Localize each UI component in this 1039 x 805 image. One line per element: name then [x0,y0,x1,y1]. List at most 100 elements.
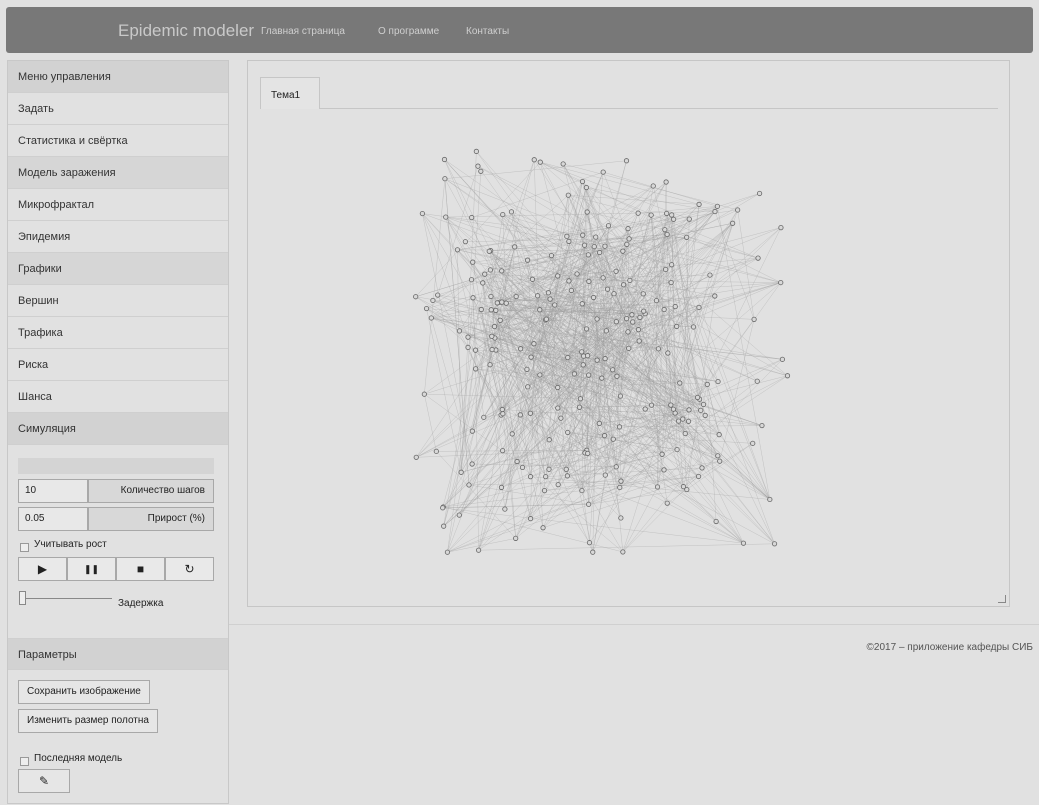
reset-button[interactable]: ↻ [165,557,214,581]
graph-node [784,373,791,379]
graph-node [531,157,537,163]
graph-node [677,380,683,386]
graph-node [675,418,682,424]
graph-node [435,292,441,298]
graph-node [614,373,620,379]
graph-node [423,305,430,312]
graph-node [584,209,590,215]
graph-node [543,474,549,480]
graph-node [661,467,667,473]
delay-slider-handle[interactable] [19,591,26,605]
growth-input[interactable]: 0.05 [18,507,88,531]
graph-node [577,396,584,402]
graph-node [611,291,617,297]
graph-node [443,214,449,220]
graph-node [565,192,571,198]
graph-node [555,273,561,279]
graph-node [715,378,721,385]
graph-node [514,458,520,465]
graph-node [527,474,534,480]
graph-edge [416,281,590,458]
growth-checkbox-label: Учитывать рост [34,539,107,550]
pause-button[interactable]: ❚❚ [67,557,116,581]
graph-node [625,226,631,232]
growth-label: Прирост (%) [88,507,214,531]
graph-node [602,472,608,478]
graph-node [672,303,678,310]
graph-node [669,262,675,268]
graph-node [696,304,702,311]
graph-node [618,515,624,521]
graph-panel: Тема1 [247,60,1010,607]
sidebar-item-set[interactable]: Задать [8,93,228,125]
footer-copyright: ©2017 – приложение кафедры СИБ [866,642,1033,653]
graph-node [566,238,572,245]
graph-node [571,371,578,377]
graph-node [503,300,509,306]
sidebar-item-chance[interactable]: Шанса [8,381,228,413]
nav-link-contacts[interactable]: Контакты [466,26,509,37]
graph-node [421,391,427,397]
graph-node [579,301,585,307]
nav-link-about[interactable]: О программе [378,26,439,37]
graph-node [525,384,531,390]
graph-node [441,523,447,529]
graph-node [430,297,436,304]
graph-node [750,440,756,446]
sidebar-item-infection-model[interactable]: Модель заражения [8,157,228,189]
resize-canvas-button[interactable]: Изменить размер полотна [18,709,158,733]
graph-node [480,280,486,286]
graph-node [524,257,531,263]
graph-node [543,316,549,322]
graph-node [602,243,608,249]
footer-divider [229,624,1039,625]
graph-node [668,279,674,286]
steps-input[interactable]: 10 [18,479,88,503]
resize-handle[interactable] [998,595,1006,603]
sidebar-item-microfractal[interactable]: Микрофрактал [8,189,228,221]
graph-node [470,259,476,265]
save-image-button[interactable]: Сохранить изображение [18,680,150,704]
graph-node [712,208,718,215]
graph-edge [511,211,595,247]
graph-node [555,405,561,411]
graph-node [493,307,499,313]
graph-edges [415,151,788,553]
brand-title[interactable]: Epidemic modeler [118,21,254,41]
graph-node [499,299,505,305]
graph-node [486,248,492,254]
sidebar-item-traffic[interactable]: Трафика [8,317,228,349]
graph-node [685,418,692,424]
graph-node [771,541,778,547]
graph-node [601,433,608,439]
graph-node [650,183,656,189]
graph-node [441,156,448,163]
graph-node [531,341,537,347]
play-button[interactable]: ▶ [18,557,67,581]
sidebar-item-epidemic[interactable]: Эпидемия [8,221,228,253]
sidebar-item-stats[interactable]: Статистика и свёртка [8,125,228,157]
graph-node [465,344,471,351]
graph-node [664,210,670,217]
graph-node [488,307,494,313]
graph-edge [656,300,775,544]
nav-link-home[interactable]: Главная страница [261,26,345,37]
graph-node [629,312,635,318]
simulation-header: Симуляция [8,413,228,445]
stop-button[interactable]: ■ [116,557,165,581]
graph-edge [540,161,700,205]
delay-slider-track[interactable] [22,598,112,599]
last-model-checkbox[interactable] [20,757,29,766]
graph-node [648,212,654,218]
sidebar-item-charts[interactable]: Графики [8,253,228,285]
graph-node [565,429,571,436]
graph-edge [667,234,759,259]
sidebar-item-risk[interactable]: Риска [8,349,228,381]
sidebar-item-vertices[interactable]: Вершин [8,285,228,317]
growth-checkbox[interactable] [20,543,29,552]
edit-button[interactable]: ✎ [18,769,70,793]
graph-node [613,268,619,274]
graph-node [604,286,611,292]
graph-node [704,381,710,387]
graph-node [470,295,476,301]
